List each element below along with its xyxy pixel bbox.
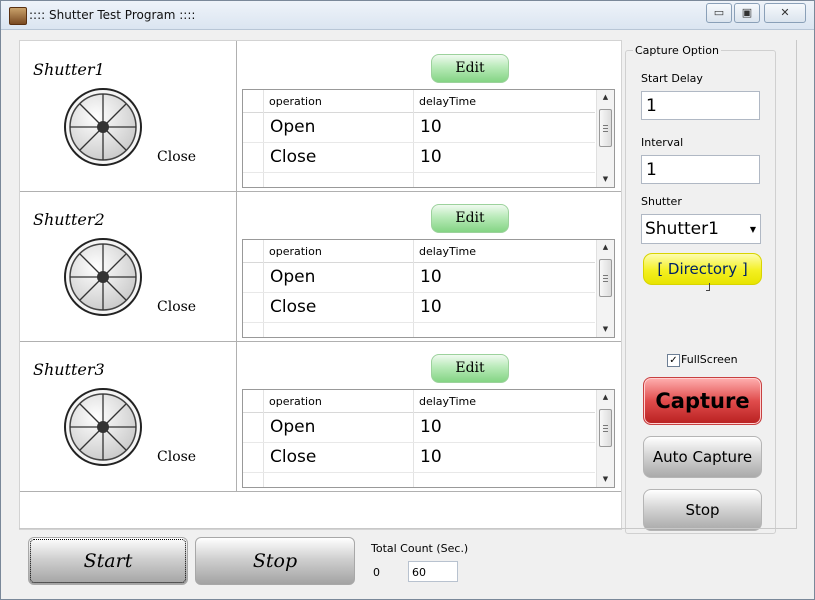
- fullscreen-checkbox[interactable]: ✓: [667, 354, 680, 367]
- column-header-operation[interactable]: operation: [269, 95, 322, 108]
- edit-button[interactable]: Edit: [431, 54, 509, 83]
- table-row[interactable]: Open 10: [243, 263, 595, 293]
- shutter-select[interactable]: Shutter1 ▼: [641, 214, 761, 244]
- close-button[interactable]: ✕: [764, 3, 806, 23]
- vertical-scrollbar[interactable]: ▲ ▼: [596, 90, 614, 187]
- edit-button[interactable]: Edit: [431, 354, 509, 383]
- maximize-button[interactable]: ▣: [734, 3, 760, 23]
- count-value: 0: [373, 566, 380, 579]
- shutter-name: Shutter3: [33, 360, 105, 379]
- cell-delay[interactable]: 10: [420, 117, 442, 137]
- cell-operation[interactable]: Open: [270, 117, 315, 137]
- cell-operation[interactable]: Close: [270, 447, 316, 467]
- start-delay-input[interactable]: 1: [641, 91, 760, 120]
- table-row[interactable]: Close 10: [243, 443, 595, 473]
- cell-operation[interactable]: Close: [270, 297, 316, 317]
- interval-label: Interval: [641, 136, 684, 149]
- directory-button[interactable]: [ Directory ]: [643, 253, 762, 285]
- cell-delay[interactable]: 10: [420, 267, 442, 287]
- seconds-input[interactable]: 60: [408, 561, 458, 582]
- table-row[interactable]: Close 10: [243, 293, 595, 323]
- operation-grid[interactable]: operation delayTime Open 10 Close 10 ▲ ▼: [242, 239, 615, 338]
- scroll-up-arrow-icon[interactable]: ▲: [597, 240, 614, 254]
- scroll-thumb[interactable]: [599, 409, 612, 447]
- table-row[interactable]: Open 10: [243, 113, 595, 143]
- operation-grid[interactable]: operation delayTime Open 10 Close 10 ▲ ▼: [242, 89, 615, 188]
- window-title: :::: Shutter Test Program ::::: [29, 8, 196, 22]
- cell-operation[interactable]: Open: [270, 267, 315, 287]
- grid-header: operation delayTime: [243, 240, 595, 263]
- column-header-delaytime[interactable]: delayTime: [419, 245, 476, 258]
- capture-button[interactable]: Capture: [643, 377, 762, 425]
- capture-option-legend: Capture Option: [633, 44, 721, 57]
- scroll-thumb[interactable]: [599, 109, 612, 147]
- app-icon: [9, 7, 27, 25]
- fullscreen-label[interactable]: FullScreen: [681, 353, 738, 366]
- shutter-row-3: Shutter3 Close Edit operation delayTime …: [20, 341, 621, 492]
- scroll-thumb[interactable]: [599, 259, 612, 297]
- scroll-up-arrow-icon[interactable]: ▲: [597, 90, 614, 104]
- scroll-down-arrow-icon[interactable]: ▼: [597, 322, 614, 336]
- auto-capture-button[interactable]: Auto Capture: [643, 436, 762, 478]
- shutter-status: Close: [157, 299, 197, 315]
- shutter-name: Shutter2: [33, 210, 105, 229]
- cell-operation[interactable]: Open: [270, 417, 315, 437]
- minimize-button[interactable]: ▭: [706, 3, 732, 23]
- scroll-down-arrow-icon[interactable]: ▼: [597, 472, 614, 486]
- shutter-select-value: Shutter1: [645, 219, 719, 239]
- column-header-operation[interactable]: operation: [269, 395, 322, 408]
- chevron-down-icon[interactable]: ▼: [750, 225, 756, 234]
- operation-grid[interactable]: operation delayTime Open 10 Close 10 ▲ ▼: [242, 389, 615, 488]
- scroll-up-arrow-icon[interactable]: ▲: [597, 390, 614, 404]
- shutter-row-2: Shutter2 Close Edit operation delayTime …: [20, 191, 621, 342]
- shutter-info-3: Shutter3 Close: [20, 341, 237, 491]
- table-row[interactable]: Open 10: [243, 413, 595, 443]
- table-row[interactable]: Close 10: [243, 143, 595, 173]
- cell-operation[interactable]: Close: [270, 147, 316, 167]
- grid-header: operation delayTime: [243, 90, 595, 113]
- shutter-name: Shutter1: [33, 60, 105, 79]
- cell-delay[interactable]: 10: [420, 297, 442, 317]
- shutter-panel: Shutter1 Close Edit operation delayTime …: [19, 40, 622, 530]
- edit-button[interactable]: Edit: [431, 204, 509, 233]
- vertical-scrollbar[interactable]: ▲ ▼: [596, 240, 614, 337]
- start-button[interactable]: Start: [28, 537, 188, 585]
- shutter-wheel-icon: [64, 88, 142, 166]
- shutter-info-1: Shutter1 Close: [20, 41, 237, 191]
- cell-delay[interactable]: 10: [420, 147, 442, 167]
- start-delay-label: Start Delay: [641, 72, 703, 85]
- column-header-delaytime[interactable]: delayTime: [419, 95, 476, 108]
- column-header-delaytime[interactable]: delayTime: [419, 395, 476, 408]
- shutter-select-label: Shutter: [641, 195, 682, 208]
- column-header-operation[interactable]: operation: [269, 245, 322, 258]
- stop-button[interactable]: Stop: [195, 537, 355, 585]
- scroll-down-arrow-icon[interactable]: ▼: [597, 172, 614, 186]
- interval-input[interactable]: 1: [641, 155, 760, 184]
- capture-stop-button[interactable]: Stop: [643, 489, 762, 531]
- vertical-scrollbar[interactable]: ▲ ▼: [596, 390, 614, 487]
- shutter-info-2: Shutter2 Close: [20, 191, 237, 341]
- cell-delay[interactable]: 10: [420, 417, 442, 437]
- total-count-label: Total Count (Sec.): [371, 542, 469, 555]
- shutter-row-1: Shutter1 Close Edit operation delayTime …: [20, 41, 621, 192]
- title-bar[interactable]: :::: Shutter Test Program :::: ▭ ▣ ✕: [1, 1, 814, 30]
- shutter-wheel-icon: [64, 388, 142, 466]
- shutter-status: Close: [157, 149, 197, 165]
- shutter-wheel-icon: [64, 238, 142, 316]
- cell-delay[interactable]: 10: [420, 447, 442, 467]
- grid-header: operation delayTime: [243, 390, 595, 413]
- shutter-status: Close: [157, 449, 197, 465]
